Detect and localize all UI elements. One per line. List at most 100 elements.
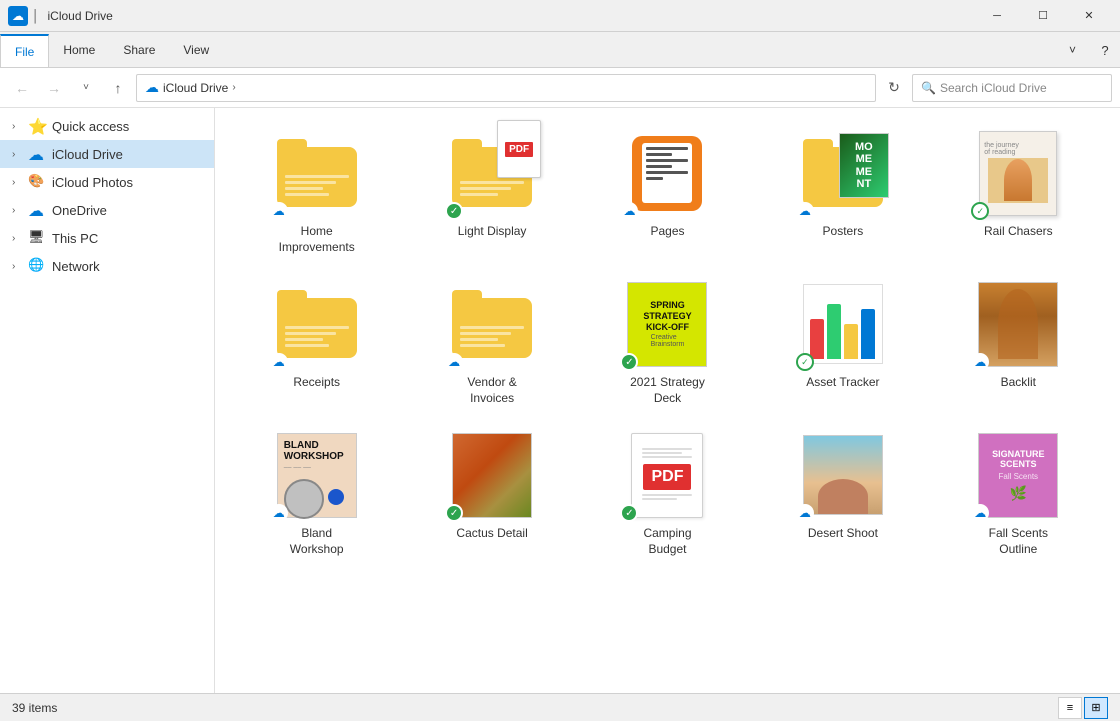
app-icon: ☁	[8, 6, 28, 26]
sidebar-item-onedrive[interactable]: › ☁ OneDrive	[0, 196, 214, 224]
sidebar-item-this-pc[interactable]: › 🖥 This PC	[0, 224, 214, 252]
minimize-button[interactable]: ─	[974, 0, 1020, 32]
camping-pdf-label: PDF	[643, 464, 691, 490]
maximize-button[interactable]: ☐	[1020, 0, 1066, 32]
sidebar-item-icloud-photos[interactable]: › 🎨 iCloud Photos	[0, 168, 214, 196]
bland-title-text: BLANDWORKSHOP	[284, 440, 344, 462]
chart-bar-4	[861, 309, 875, 359]
camping-doc-lines	[642, 448, 692, 460]
backlit-photo-icon	[978, 282, 1058, 367]
file-item-backlit[interactable]: ☁ Backlit	[933, 271, 1104, 414]
search-icon: 🔍	[921, 81, 936, 95]
file-label-strategy: 2021 StrategyDeck	[630, 375, 705, 406]
camping-doc-lines2	[642, 494, 692, 502]
sidebar-item-icloud-drive[interactable]: › ☁ iCloud Drive	[0, 140, 214, 168]
rail-image	[988, 158, 1048, 203]
sidebar-label-icloud-drive: iCloud Drive	[52, 147, 123, 162]
content-area: ☁ HomeImprovements	[215, 108, 1120, 721]
file-item-home-improvements[interactable]: ☁ HomeImprovements	[231, 120, 402, 263]
rail-doc-icon: the journeyof reading	[979, 131, 1057, 216]
view-grid-button[interactable]: ⊞	[1084, 697, 1108, 719]
file-thumb-desert: ☁	[798, 430, 888, 520]
file-thumb-home-improvements: ☁	[272, 128, 362, 218]
rail-top-text: the journeyof reading	[984, 142, 1052, 156]
file-label-backlit: Backlit	[1001, 375, 1036, 391]
file-item-rail-chasers[interactable]: the journeyof reading ✓ Rail Chasers	[933, 120, 1104, 263]
svg-text:☁: ☁	[12, 9, 24, 23]
status-icon-fall-scents: ☁	[971, 504, 989, 522]
file-label-vendor-invoices: Vendor &Invoices	[467, 375, 516, 406]
bland-doc-icon: BLANDWORKSHOP –– –– ––	[277, 433, 357, 518]
tab-share[interactable]: Share	[109, 32, 169, 67]
close-button[interactable]: ✕	[1066, 0, 1112, 32]
status-icon-camping: ✓	[620, 504, 638, 522]
search-box[interactable]: 🔍 Search iCloud Drive	[912, 74, 1112, 102]
file-thumb-fall-scents: SIGNATURESCENTS Fall Scents 🌿 ☁	[973, 430, 1063, 520]
pages-icon-wrap	[632, 136, 702, 211]
refresh-button[interactable]: ↻	[880, 74, 908, 102]
pdf-overlay-light: PDF	[497, 120, 541, 178]
status-icon-backlit: ☁	[971, 353, 989, 371]
help-button[interactable]: ?	[1090, 32, 1120, 68]
file-thumb-receipts: ☁	[272, 279, 362, 369]
view-list-button[interactable]: ≡	[1058, 697, 1082, 719]
status-icon-light: ✓	[445, 202, 463, 220]
file-label-fall-scents: Fall ScentsOutline	[989, 526, 1048, 557]
sidebar-item-network[interactable]: › 🌐 Network	[0, 252, 214, 280]
status-icon-receipts: ☁	[270, 353, 288, 371]
expand-arrow-thispc: ›	[12, 233, 26, 244]
poster-text: MOMEMENT	[855, 141, 873, 189]
file-thumb-pages: ☁	[622, 128, 712, 218]
file-item-bland-workshop[interactable]: BLANDWORKSHOP –– –– –– ☁ BlandWorkshop	[231, 422, 402, 565]
file-item-vendor-invoices[interactable]: ☁ Vendor &Invoices	[406, 271, 577, 414]
folder-icon-vendor	[452, 290, 532, 358]
file-thumb-strategy: SPRINGSTRATEGYKICK-OFF CreativeBrainstor…	[622, 279, 712, 369]
file-thumb-posters: MOMEMENT ☁	[798, 128, 888, 218]
ribbon-expand[interactable]: ˅	[1055, 32, 1090, 67]
file-item-cactus-detail[interactable]: ✓ Cactus Detail	[406, 422, 577, 565]
tab-file[interactable]: File	[0, 34, 49, 67]
rail-wrap: the journeyof reading	[979, 131, 1057, 216]
up-button[interactable]: ↑	[104, 74, 132, 102]
file-label-posters: Posters	[823, 224, 864, 240]
forward-button[interactable]: →	[40, 74, 68, 102]
view-toggle: ≡ ⊞	[1058, 697, 1108, 719]
status-icon-desert: ☁	[796, 504, 814, 522]
back-button[interactable]: ←	[8, 74, 36, 102]
bland-circle-area	[284, 475, 344, 519]
file-item-asset-tracker[interactable]: ✓ Asset Tracker	[757, 271, 928, 414]
fall-scents-decoration: 🌿	[1010, 485, 1027, 502]
file-label-receipts: Receipts	[293, 375, 340, 391]
ribbon: File Home Share View ˅ ?	[0, 32, 1120, 68]
file-label-light-display: Light Display	[458, 224, 527, 240]
address-path[interactable]: ☁ iCloud Drive ›	[136, 74, 876, 102]
sidebar: › ⭐ Quick access › ☁ iCloud Drive › 🎨 iC…	[0, 108, 215, 721]
file-item-pages[interactable]: ☁ Pages	[582, 120, 753, 263]
tab-view[interactable]: View	[169, 32, 223, 67]
expand-arrow-quick-access: ›	[12, 121, 26, 132]
network-icon: 🌐	[28, 257, 46, 275]
file-item-receipts[interactable]: ☁ Receipts	[231, 271, 402, 414]
file-item-fall-scents[interactable]: SIGNATURESCENTS Fall Scents 🌿 ☁ Fall Sce…	[933, 422, 1104, 565]
file-item-camping-budget[interactable]: PDF ✓ CampingBudget	[582, 422, 753, 565]
status-icon-vendor: ☁	[445, 353, 463, 371]
address-bar: ← → ˅ ↑ ☁ iCloud Drive › ↻ 🔍 Search iClo…	[0, 68, 1120, 108]
file-item-posters[interactable]: MOMEMENT ☁ Posters	[757, 120, 928, 263]
file-thumb-camping: PDF ✓	[622, 430, 712, 520]
icloud-drive-icon: ☁	[28, 145, 46, 163]
tab-home[interactable]: Home	[49, 32, 109, 67]
file-thumb-bland: BLANDWORKSHOP –– –– –– ☁	[272, 430, 362, 520]
file-item-strategy-deck[interactable]: SPRINGSTRATEGYKICK-OFF CreativeBrainstor…	[582, 271, 753, 414]
file-thumb-light-display: PDF ✓	[447, 128, 537, 218]
search-placeholder: Search iCloud Drive	[940, 81, 1047, 95]
view-list-icon: ≡	[1067, 702, 1073, 714]
file-thumb-asset: ✓	[798, 279, 888, 369]
status-icon-cactus: ✓	[445, 504, 463, 522]
file-item-light-display[interactable]: PDF ✓ Light Display	[406, 120, 577, 263]
file-thumb-cactus: ✓	[447, 430, 537, 520]
file-item-desert-shoot[interactable]: ☁ Desert Shoot	[757, 422, 928, 565]
recent-locations-button[interactable]: ˅	[72, 74, 100, 102]
title-bar-title: iCloud Drive	[48, 9, 975, 23]
sidebar-item-quick-access[interactable]: › ⭐ Quick access	[0, 112, 214, 140]
strategy-sub: CreativeBrainstorm	[651, 334, 685, 348]
